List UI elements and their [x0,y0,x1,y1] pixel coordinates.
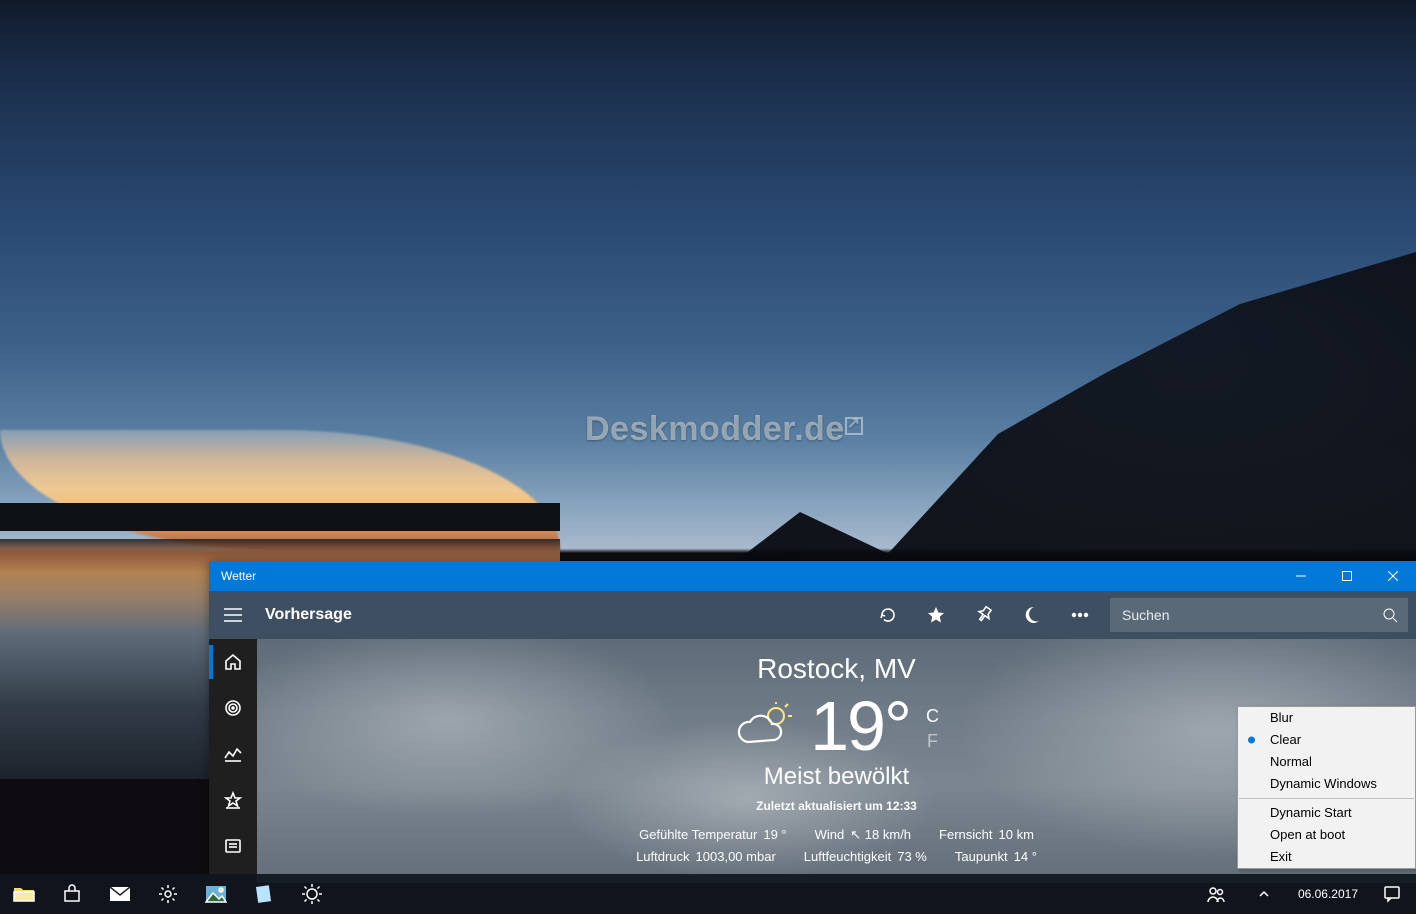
settings-icon[interactable] [144,874,192,914]
nav-forecast[interactable] [209,639,257,685]
watermark: Deskmodder.de↗ [585,410,863,449]
desktop[interactable]: Deskmodder.de↗ Wetter Vorhersage [0,0,1416,914]
store-icon[interactable] [48,874,96,914]
tray-clock[interactable]: 06.06.2017 [1288,887,1368,901]
pin-button[interactable] [960,591,1008,639]
weather-taskbar-icon[interactable] [288,874,336,914]
window-title: Wetter [209,569,1278,583]
nav-favorites[interactable] [209,777,257,823]
tray-context-menu: Blur Clear Normal Dynamic Windows Dynami… [1237,706,1416,869]
people-icon[interactable] [1192,874,1240,914]
weather-icon [734,702,794,750]
file-explorer-icon[interactable] [0,874,48,914]
action-center-icon[interactable] [1368,874,1416,914]
search-box[interactable] [1110,598,1408,632]
commandbar-heading: Vorhersage [257,606,352,624]
nav-radar[interactable] [209,685,257,731]
app-body: Rostock, MV 19° [209,639,1416,883]
ctx-dynamic-start[interactable]: Dynamic Start [1238,802,1415,824]
ctx-exit[interactable]: Exit [1238,846,1415,868]
more-button[interactable] [1056,591,1104,639]
weather-window: Wetter Vorhersage [209,561,1416,883]
refresh-button[interactable] [864,591,912,639]
hamburger-button[interactable] [209,591,257,639]
ctx-open-at-boot[interactable]: Open at boot [1238,824,1415,846]
ctx-normal[interactable]: Normal [1238,751,1415,773]
ctx-separator [1239,798,1414,799]
minimize-button[interactable] [1278,561,1324,591]
maximize-button[interactable] [1324,561,1370,591]
notes-icon[interactable] [240,874,288,914]
titlebar[interactable]: Wetter [209,561,1416,591]
moon-button[interactable] [1008,591,1056,639]
nav-history[interactable] [209,731,257,777]
wallpaper-treeline [0,503,560,531]
taskbar: 06.06.2017 [0,874,1416,914]
command-bar: Vorhersage [209,591,1416,639]
ctx-clear[interactable]: Clear [1238,729,1415,751]
external-link-icon: ↗ [845,417,863,435]
nav-news[interactable] [209,823,257,869]
sidebar [209,639,257,883]
ctx-blur[interactable]: Blur [1238,707,1415,729]
wallpaper-sunset [0,430,560,550]
favorite-button[interactable] [912,591,960,639]
watermark-text: Deskmodder.de [585,410,845,448]
search-input[interactable] [1120,606,1382,624]
tray-date: 06.06.2017 [1298,887,1358,901]
tray-chevron-icon[interactable] [1240,874,1288,914]
photos-icon[interactable] [192,874,240,914]
close-button[interactable] [1370,561,1416,591]
ctx-dynamic-windows[interactable]: Dynamic Windows [1238,773,1415,795]
search-icon [1382,607,1398,623]
mail-icon[interactable] [96,874,144,914]
